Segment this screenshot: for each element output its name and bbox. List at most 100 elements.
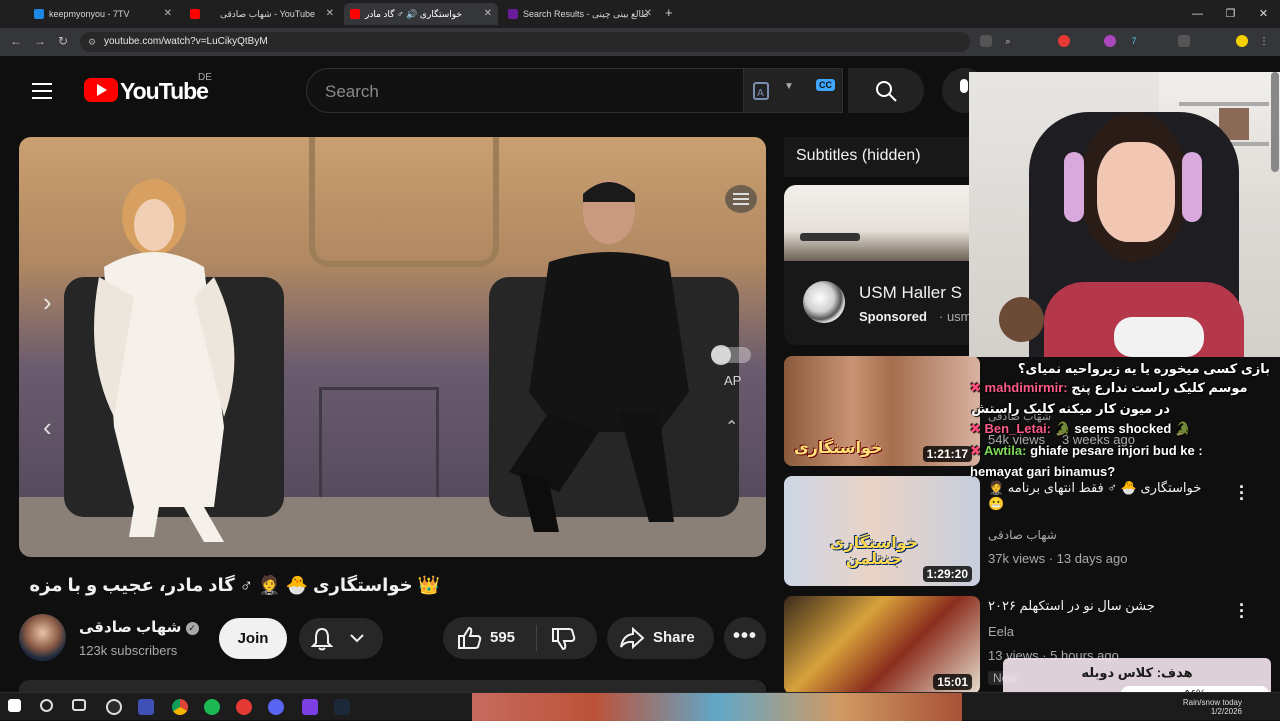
extensions-puzzle-icon[interactable] — [1178, 35, 1190, 47]
thumbs-up-icon[interactable] — [457, 626, 483, 650]
chevron-down-icon — [350, 634, 364, 643]
maximize-button[interactable]: ❐ — [1214, 0, 1247, 28]
youtube-logo[interactable]: YouTube DE — [84, 72, 212, 107]
browser-menu-icon[interactable]: ⋮ — [1258, 35, 1270, 47]
related-video-channel[interactable]: شهاب صادقی — [988, 528, 1057, 542]
app-purple-icon[interactable] — [302, 699, 318, 715]
thumbs-down-icon[interactable] — [551, 627, 577, 651]
search-button[interactable] — [848, 68, 924, 113]
chat-text: بازی کسی میخوره یا یه زیرواحیه نمیای؟ — [1017, 361, 1270, 376]
extension-7tv-icon[interactable]: 7 — [1128, 35, 1140, 47]
close-tab-icon[interactable]: ✕ — [326, 8, 334, 19]
mod-badge-icon: ✖ — [970, 380, 981, 395]
taskbar-wallpaper-strip — [472, 693, 962, 721]
browser-tab-3[interactable]: شهاب صادقی - YouTube ✕ — [214, 3, 340, 25]
like-count[interactable]: 595 — [490, 629, 515, 646]
verified-badge-icon: ✓ — [185, 621, 199, 635]
browser-tab-2[interactable] — [184, 3, 208, 25]
url-text: youtube.com/watch?v=LuCikyQtByM — [104, 36, 268, 47]
chrome-icon[interactable] — [172, 699, 188, 715]
search-input[interactable]: Search — [325, 82, 379, 102]
description-box[interactable] — [19, 680, 766, 692]
sponsored-ad-card[interactable]: USM Haller S Sponsored · usm — [784, 185, 984, 345]
close-tab-icon[interactable]: ✕ — [484, 8, 492, 19]
chat-text: 🐊 seems shocked 🐊 — [1054, 421, 1192, 436]
video-duration: 15:01 — [933, 674, 972, 690]
close-tab-icon[interactable]: ✕ — [644, 8, 652, 19]
goal-label: هدف: کلاس دوبله — [1081, 665, 1193, 680]
close-window-button[interactable]: ✕ — [1247, 0, 1280, 28]
related-video-thumbnail[interactable]: خواستگاری جنتلمن 1:29:20 — [784, 476, 980, 586]
youtube-play-logo-icon — [84, 78, 118, 102]
channel-name[interactable]: شهاب صادقی ✓ — [79, 618, 199, 636]
cast-icon[interactable] — [980, 35, 992, 47]
autoplay-toggle[interactable] — [711, 345, 751, 365]
dropdown-arrow-icon[interactable]: ▼ — [784, 81, 794, 92]
extension-purple-icon[interactable] — [1104, 35, 1116, 47]
minimize-button[interactable]: — — [1181, 0, 1214, 28]
app-icon[interactable] — [106, 699, 122, 715]
profile-avatar-icon[interactable] — [1236, 35, 1248, 47]
more-options-icon[interactable]: · · · — [1237, 596, 1247, 626]
channel-avatar[interactable] — [19, 614, 66, 661]
related-video-thumbnail[interactable]: خواستگاری 1:21:17 — [784, 356, 980, 466]
chat-text: موسم کلیک راست ندارع پنج — [1071, 380, 1248, 395]
page-scrollbar[interactable] — [1271, 72, 1279, 172]
menu-hamburger-icon[interactable] — [32, 78, 52, 104]
playlist-menu-icon[interactable] — [725, 185, 757, 213]
vscode-icon[interactable] — [138, 699, 154, 715]
subtitles-panel-header[interactable]: Subtitles (hidden) — [784, 137, 984, 177]
reload-icon[interactable]: ↻ — [58, 34, 68, 48]
site-info-icon[interactable]: ⚙ — [88, 32, 96, 52]
steam-icon[interactable] — [334, 699, 350, 715]
related-video-title[interactable]: خواستگاری 🐣 ♂ فقط انتهای برنامه 🤵 😬 — [988, 480, 1218, 512]
window-controls: — ❐ ✕ — [1181, 0, 1280, 28]
notification-bell-button[interactable] — [299, 618, 383, 659]
video-duration: 1:29:20 — [922, 566, 972, 582]
search-box[interactable]: Search — [306, 68, 743, 113]
search-icon[interactable] — [40, 699, 53, 712]
ad-domain: · usm — [939, 309, 972, 324]
man-figure — [509, 180, 689, 532]
task-view-icon[interactable] — [72, 699, 86, 711]
url-bar[interactable]: ⚙ youtube.com/watch?v=LuCikyQtByM — [80, 32, 970, 52]
prev-chevron-icon[interactable]: ‹ — [43, 412, 52, 443]
more-options-icon[interactable]: · · · — [1237, 478, 1247, 508]
translate-icon[interactable]: A — [752, 81, 774, 103]
discord-icon[interactable] — [268, 699, 284, 715]
headphone-left — [1064, 152, 1084, 222]
forward-arrow-icon[interactable]: → — [34, 34, 46, 48]
chat-message: ✖ mahdimirmir: موسم کلیک راست ندارع پنج — [970, 377, 1248, 398]
shelf — [1179, 102, 1269, 106]
country-code: DE — [198, 72, 212, 83]
video-player[interactable]: › ‹ AP ⌃ — [19, 137, 766, 557]
zoom-icon[interactable]: ⌕ — [1002, 35, 1014, 47]
back-arrow-icon[interactable]: ← — [10, 34, 22, 48]
browser-tab-5[interactable]: Search Results - طالع بینی چینی ✕ — [502, 3, 658, 25]
share-button[interactable]: Share — [607, 617, 714, 659]
related-video-title[interactable]: جشن سال نو در استکهلم ۲۰۲۶ — [988, 598, 1218, 614]
ad-logo — [803, 281, 845, 323]
spotify-icon[interactable] — [204, 699, 220, 715]
browser-tab-1[interactable]: keepmyonyou - 7TV ✕ — [28, 3, 178, 25]
more-actions-button[interactable]: ••• — [724, 617, 766, 659]
app-red-icon[interactable] — [236, 699, 252, 715]
thumbnail-text: خواستگاری — [794, 440, 883, 457]
cc-search-icon[interactable]: CC — [816, 79, 835, 91]
next-chevron-icon[interactable]: › — [43, 287, 52, 318]
microphone-stand — [1114, 317, 1204, 357]
chat-text: ghiafe pesare injori bud ke : — [1030, 443, 1203, 458]
related-video-channel[interactable]: Eela — [988, 624, 1014, 639]
expand-chevron-icon[interactable]: ⌃ — [725, 417, 738, 437]
close-tab-icon[interactable]: ✕ — [164, 8, 172, 19]
svg-text:A: A — [757, 88, 764, 99]
join-button[interactable]: Join — [219, 618, 287, 659]
related-video-thumbnail[interactable]: 15:01 — [784, 596, 980, 694]
system-clock[interactable]: Rain/snow today 1/2/2026 — [1183, 698, 1242, 716]
windows-start-icon[interactable] — [8, 699, 21, 712]
chat-username: Ben_Letai: — [984, 421, 1051, 436]
video-duration: 1:21:17 — [922, 446, 972, 462]
new-tab-button[interactable]: + — [665, 5, 673, 20]
browser-tab-active[interactable]: خواستگاری 🔊 ♂ گاد مادر ✕ — [344, 3, 498, 25]
extension-red-icon[interactable] — [1058, 35, 1070, 47]
